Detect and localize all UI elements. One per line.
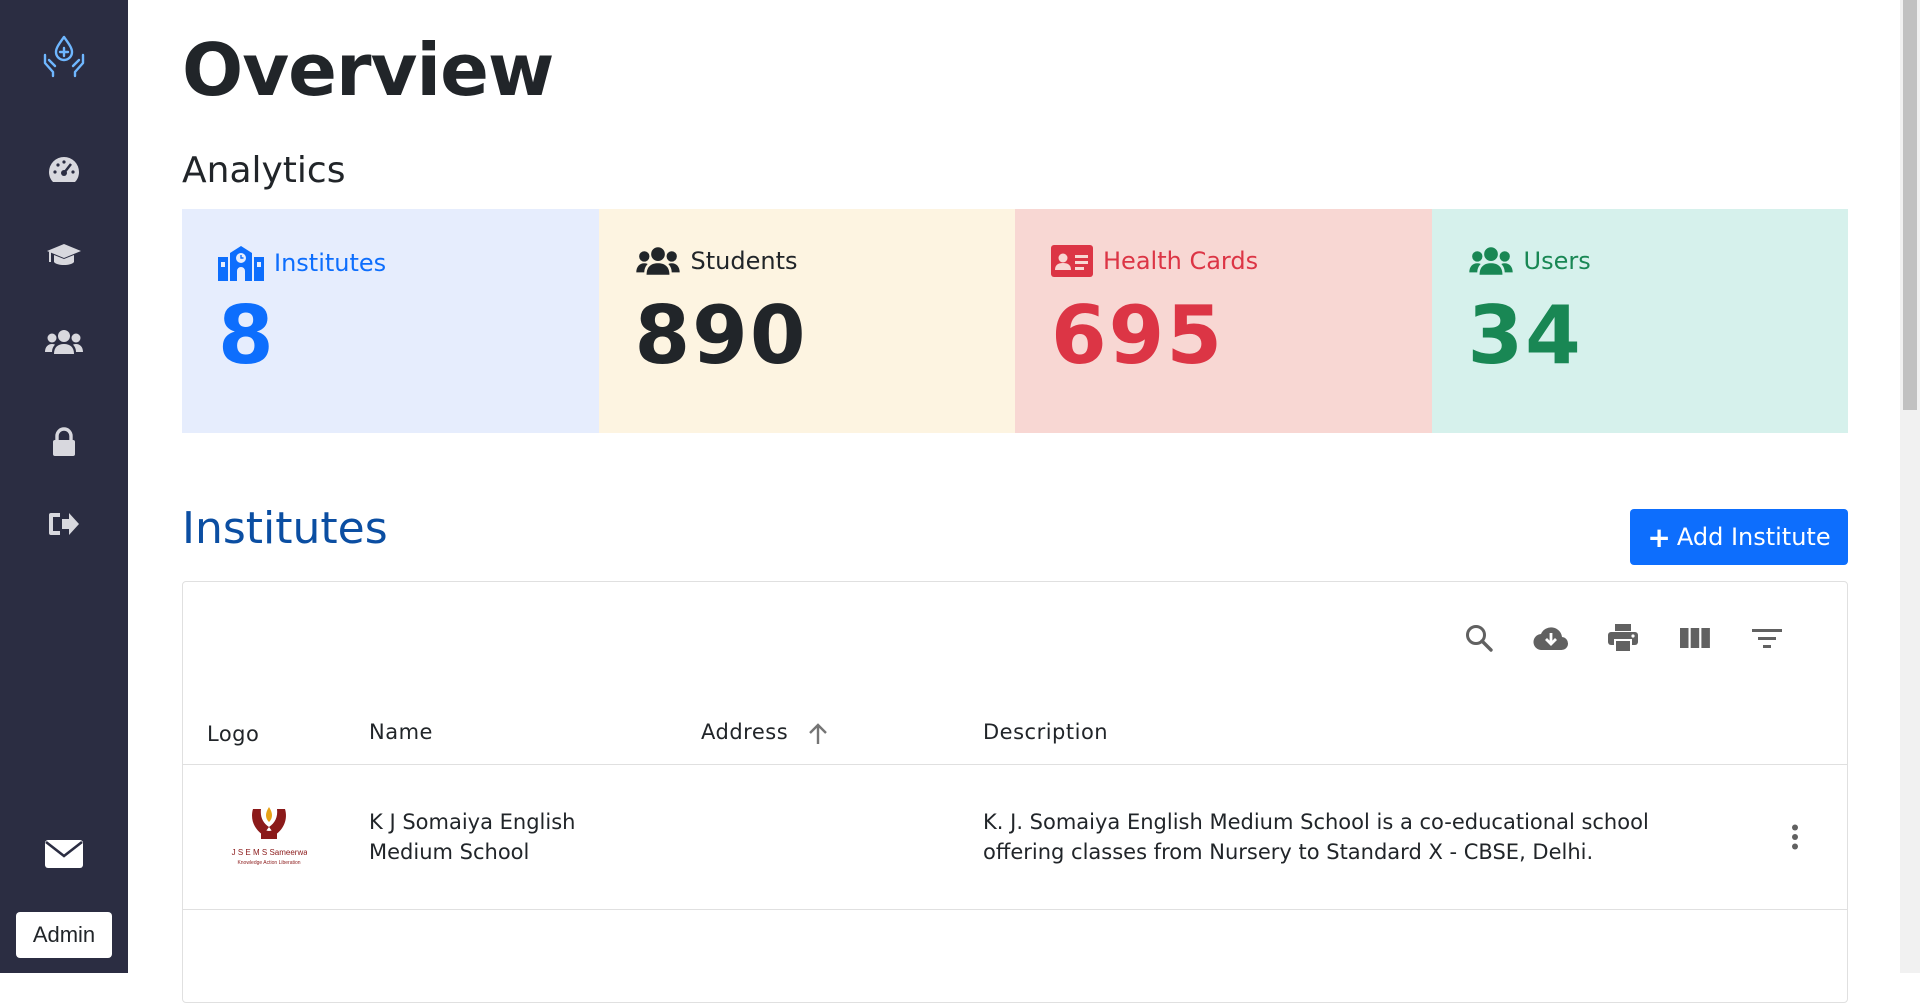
stat-value: 890 (634, 289, 808, 382)
column-header-name[interactable]: Name (369, 720, 433, 744)
institutes-table: Logo Name Address Description K J S E M … (182, 581, 1848, 1003)
institute-name-line: Medium School (369, 840, 530, 864)
column-header-description[interactable]: Description (983, 720, 1108, 744)
scrollbar-thumb[interactable] (1903, 0, 1917, 410)
logo-text: K J S E M S Sameerwadi (231, 848, 307, 857)
graduation-cap-icon[interactable] (40, 232, 88, 280)
school-building-icon (218, 246, 264, 281)
logo-subtext: Knowledge Action Liberation (237, 860, 300, 866)
users-icon (635, 247, 680, 275)
lock-icon[interactable] (40, 418, 88, 466)
stat-card-institutes[interactable]: Institutes 8 (182, 209, 599, 433)
stat-label: Students (690, 247, 798, 275)
plus-icon: + (1647, 520, 1671, 554)
envelope-icon[interactable] (40, 830, 88, 878)
filter-icon[interactable] (1743, 614, 1791, 662)
stat-card-students[interactable]: Students 890 (598, 209, 1015, 433)
sidebar: Admin (0, 0, 128, 973)
sort-ascending-icon[interactable] (807, 722, 829, 746)
stat-label: Health Cards (1103, 247, 1259, 275)
page-scrollbar[interactable] (1900, 0, 1920, 973)
stat-label: Users (1523, 247, 1591, 275)
table-header-row: Logo Name Address Description (183, 712, 1847, 765)
analytics-heading: Analytics (182, 150, 346, 191)
stat-label: Institutes (274, 249, 387, 277)
users-icon (1468, 247, 1513, 275)
dashboard-gauge-icon[interactable] (40, 146, 88, 194)
institute-description: K. J. Somaiya English Medium School is a… (983, 807, 1649, 867)
stat-card-health-cards[interactable]: Health Cards 695 (1015, 209, 1432, 433)
table-row[interactable]: K J S E M S Sameerwadi Knowledge Action … (183, 765, 1847, 910)
stat-value: 695 (1051, 289, 1224, 382)
view-columns-icon[interactable] (1671, 614, 1719, 662)
stat-card-users[interactable]: Users 34 (1431, 209, 1848, 433)
stat-header: Students (635, 245, 798, 277)
description-line: offering classes from Nursery to Standar… (983, 840, 1594, 864)
institute-logo: K J S E M S Sameerwadi Knowledge Action … (224, 799, 314, 875)
print-icon[interactable] (1599, 614, 1647, 662)
institute-name-line: K J Somaiya English (369, 810, 576, 834)
institute-name: K J Somaiya English Medium School (369, 807, 575, 867)
row-actions-more-icon[interactable] (1775, 817, 1815, 857)
stat-header: Users (1468, 245, 1591, 277)
download-cloud-icon[interactable] (1527, 614, 1575, 662)
analytics-stats: Institutes 8 Students 890 Health Cards 6… (182, 209, 1848, 433)
logout-icon[interactable] (40, 500, 88, 548)
stat-header: Health Cards (1051, 245, 1258, 277)
column-header-address[interactable]: Address (701, 720, 788, 744)
stat-header: Institutes (218, 245, 386, 281)
description-line: K. J. Somaiya English Medium School is a… (983, 810, 1649, 834)
stat-value: 8 (218, 289, 276, 382)
institute-logo-image: K J S E M S Sameerwadi Knowledge Action … (224, 807, 314, 866)
id-card-icon (1051, 245, 1093, 277)
hands-droplet-icon[interactable] (40, 32, 88, 80)
column-header-logo[interactable]: Logo (207, 722, 259, 746)
users-icon[interactable] (40, 318, 88, 366)
search-icon[interactable] (1455, 614, 1503, 662)
page-title: Overview (182, 28, 554, 112)
table-toolbar (1431, 614, 1791, 662)
main-content: Overview Analytics Institutes 8 Students… (128, 0, 1900, 1003)
add-institute-label: Add Institute (1676, 523, 1831, 551)
add-institute-button[interactable]: + Add Institute (1630, 509, 1848, 565)
stat-value: 34 (1467, 289, 1583, 382)
user-role-badge[interactable]: Admin (16, 912, 112, 958)
institutes-heading: Institutes (182, 503, 388, 554)
